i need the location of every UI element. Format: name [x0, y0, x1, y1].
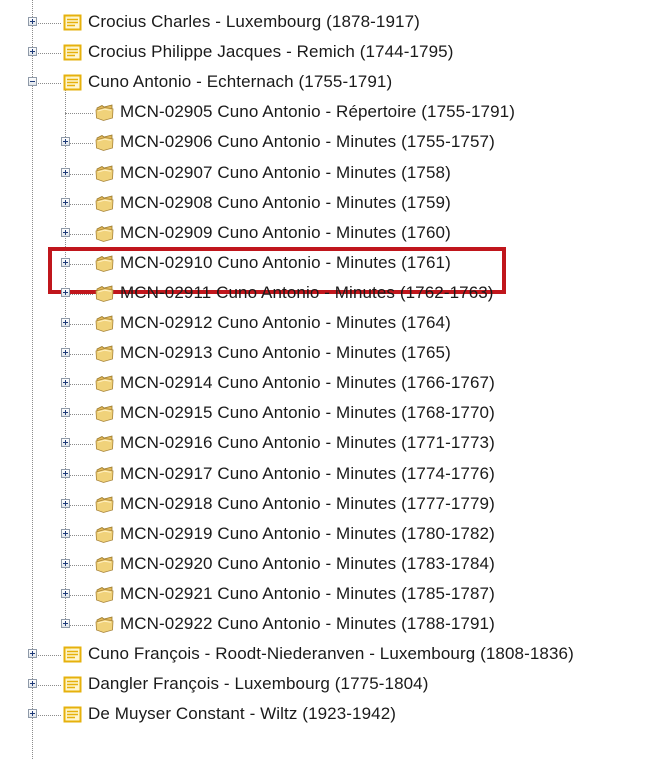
expand-plus-icon[interactable]	[61, 258, 70, 267]
tree-node-volume[interactable]: MCN-02917 Cuno Antonio - Minutes (1774-1…	[0, 460, 652, 490]
expand-plus-icon[interactable]	[61, 348, 70, 357]
open-folder-icon	[95, 255, 114, 272]
tree-node-volume[interactable]: MCN-02911 Cuno Antonio - Minutes (1762-1…	[0, 279, 652, 309]
expand-plus-icon[interactable]	[61, 559, 70, 568]
tree-node-label: Crocius Charles - Luxembourg (1878-1917)	[88, 12, 420, 31]
open-folder-icon	[95, 195, 114, 212]
tree-node-label: MCN-02921 Cuno Antonio - Minutes (1785-1…	[120, 584, 495, 603]
tree-node-volume[interactable]: MCN-02920 Cuno Antonio - Minutes (1783-1…	[0, 550, 652, 580]
collapse-minus-icon[interactable]	[28, 77, 37, 86]
record-folder-icon	[63, 676, 82, 693]
expand-plus-icon[interactable]	[28, 649, 37, 658]
expand-plus-icon[interactable]	[61, 137, 70, 146]
open-folder-icon	[95, 405, 114, 422]
tree-node-volume[interactable]: MCN-02916 Cuno Antonio - Minutes (1771-1…	[0, 429, 652, 459]
tree-node-volume[interactable]: MCN-02910 Cuno Antonio - Minutes (1761)	[0, 249, 652, 279]
tree-node-notary[interactable]: Cuno Antonio - Echternach (1755-1791)	[0, 68, 652, 98]
tree-node-label: MCN-02915 Cuno Antonio - Minutes (1768-1…	[120, 403, 495, 422]
expand-plus-icon[interactable]	[61, 378, 70, 387]
tree-node-label: Cuno François - Roodt-Niederanven - Luxe…	[88, 644, 574, 663]
tree-node-label: MCN-02913 Cuno Antonio - Minutes (1765)	[120, 343, 451, 362]
record-folder-icon	[63, 44, 82, 61]
tree-node-notary[interactable]: Cuno François - Roodt-Niederanven - Luxe…	[0, 640, 652, 670]
open-folder-icon	[95, 496, 114, 513]
tree-node-label: MCN-02905 Cuno Antonio - Répertoire (175…	[120, 102, 515, 121]
open-folder-icon	[95, 345, 114, 362]
tree-node-volume[interactable]: MCN-02905 Cuno Antonio - Répertoire (175…	[0, 98, 652, 128]
open-folder-icon	[95, 134, 114, 151]
tree-node-label: De Muyser Constant - Wiltz (1923-1942)	[88, 704, 397, 723]
expand-plus-icon[interactable]	[28, 709, 37, 718]
archive-tree: Crocius Charles - Luxembourg (1878-1917)…	[0, 0, 652, 759]
open-folder-icon	[95, 165, 114, 182]
tree-node-label: MCN-02917 Cuno Antonio - Minutes (1774-1…	[120, 464, 495, 483]
tree-node-label: MCN-02906 Cuno Antonio - Minutes (1755-1…	[120, 132, 495, 151]
tree-node-volume[interactable]: MCN-02921 Cuno Antonio - Minutes (1785-1…	[0, 580, 652, 610]
tree-node-notary[interactable]: Crocius Charles - Luxembourg (1878-1917)	[0, 8, 652, 38]
tree-node-notary[interactable]: Crocius Philippe Jacques - Remich (1744-…	[0, 38, 652, 68]
expand-plus-icon[interactable]	[61, 228, 70, 237]
record-folder-icon	[63, 74, 82, 91]
expand-plus-icon[interactable]	[61, 529, 70, 538]
open-folder-icon	[95, 616, 114, 633]
open-folder-icon	[95, 104, 114, 121]
tree-node-label: Crocius Philippe Jacques - Remich (1744-…	[88, 42, 454, 61]
tree-node-volume[interactable]: MCN-02909 Cuno Antonio - Minutes (1760)	[0, 219, 652, 249]
tree-node-volume[interactable]: MCN-02914 Cuno Antonio - Minutes (1766-1…	[0, 369, 652, 399]
expand-plus-icon[interactable]	[61, 438, 70, 447]
open-folder-icon	[95, 466, 114, 483]
expand-plus-icon[interactable]	[61, 288, 70, 297]
record-folder-icon	[63, 706, 82, 723]
tree-node-label: MCN-02908 Cuno Antonio - Minutes (1759)	[120, 193, 451, 212]
tree-node-volume[interactable]: MCN-02918 Cuno Antonio - Minutes (1777-1…	[0, 490, 652, 520]
open-folder-icon	[95, 435, 114, 452]
tree-node-label: MCN-02910 Cuno Antonio - Minutes (1761)	[120, 253, 451, 272]
expand-plus-icon[interactable]	[61, 168, 70, 177]
expand-plus-icon[interactable]	[61, 589, 70, 598]
tree-node-volume[interactable]: MCN-02912 Cuno Antonio - Minutes (1764)	[0, 309, 652, 339]
expand-plus-icon[interactable]	[61, 318, 70, 327]
tree-node-volume[interactable]: MCN-02922 Cuno Antonio - Minutes (1788-1…	[0, 610, 652, 640]
tree-node-label: MCN-02912 Cuno Antonio - Minutes (1764)	[120, 313, 451, 332]
tree-node-label: MCN-02922 Cuno Antonio - Minutes (1788-1…	[120, 614, 495, 633]
tree-node-label: MCN-02916 Cuno Antonio - Minutes (1771-1…	[120, 433, 495, 452]
tree-node-label: MCN-02909 Cuno Antonio - Minutes (1760)	[120, 223, 451, 242]
tree-node-notary[interactable]: Dangler François - Luxembourg (1775-1804…	[0, 670, 652, 700]
tree-node-label: MCN-02918 Cuno Antonio - Minutes (1777-1…	[120, 494, 495, 513]
expand-plus-icon[interactable]	[28, 679, 37, 688]
tree-branch-line	[65, 113, 93, 114]
open-folder-icon	[95, 526, 114, 543]
tree-node-notary[interactable]: De Muyser Constant - Wiltz (1923-1942)	[0, 700, 652, 730]
tree-node-label: MCN-02919 Cuno Antonio - Minutes (1780-1…	[120, 524, 495, 543]
open-folder-icon	[95, 315, 114, 332]
tree-node-volume[interactable]: MCN-02907 Cuno Antonio - Minutes (1758)	[0, 159, 652, 189]
tree-node-volume[interactable]: MCN-02915 Cuno Antonio - Minutes (1768-1…	[0, 399, 652, 429]
tree-node-volume[interactable]: MCN-02913 Cuno Antonio - Minutes (1765)	[0, 339, 652, 369]
expand-plus-icon[interactable]	[61, 499, 70, 508]
open-folder-icon	[95, 225, 114, 242]
open-folder-icon	[95, 375, 114, 392]
tree-node-label: MCN-02911 Cuno Antonio - Minutes (1762-1…	[120, 283, 494, 302]
open-folder-icon	[95, 556, 114, 573]
record-folder-icon	[63, 14, 82, 31]
tree-node-label: MCN-02920 Cuno Antonio - Minutes (1783-1…	[120, 554, 495, 573]
tree-node-label: MCN-02914 Cuno Antonio - Minutes (1766-1…	[120, 373, 495, 392]
open-folder-icon	[95, 285, 114, 302]
expand-plus-icon[interactable]	[28, 17, 37, 26]
tree-node-label: Dangler François - Luxembourg (1775-1804…	[88, 674, 429, 693]
open-folder-icon	[95, 586, 114, 603]
tree-node-label: MCN-02907 Cuno Antonio - Minutes (1758)	[120, 163, 451, 182]
expand-plus-icon[interactable]	[61, 469, 70, 478]
tree-node-volume[interactable]: MCN-02908 Cuno Antonio - Minutes (1759)	[0, 189, 652, 219]
expand-plus-icon[interactable]	[61, 619, 70, 628]
expand-plus-icon[interactable]	[61, 408, 70, 417]
expand-plus-icon[interactable]	[28, 47, 37, 56]
tree-node-volume[interactable]: MCN-02906 Cuno Antonio - Minutes (1755-1…	[0, 128, 652, 158]
record-folder-icon	[63, 646, 82, 663]
tree-node-volume[interactable]: MCN-02919 Cuno Antonio - Minutes (1780-1…	[0, 520, 652, 550]
expand-plus-icon[interactable]	[61, 198, 70, 207]
tree-node-label: Cuno Antonio - Echternach (1755-1791)	[88, 72, 393, 91]
